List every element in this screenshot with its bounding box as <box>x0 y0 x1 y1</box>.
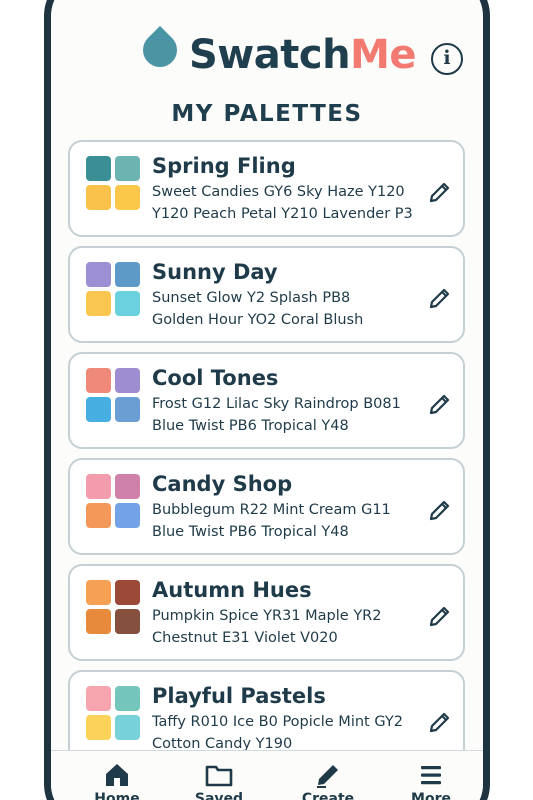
palette-colors-line: Sweet Candies GY6 Sky Haze Y120 <box>152 184 405 200</box>
palette-card[interactable]: Cool Tones Frost G12 Lilac Sky Raindrop B… <box>68 352 465 449</box>
folder-icon <box>205 765 233 787</box>
swatch-grid <box>86 686 142 742</box>
palette-name: Sunny Day <box>152 260 278 284</box>
edit-pencil-icon[interactable] <box>428 286 452 310</box>
info-icon[interactable]: i <box>431 43 463 75</box>
home-icon <box>106 764 128 786</box>
palette-name: Candy Shop <box>152 472 293 496</box>
palette-colors-line: Blue Twist PB6 Tropical Y48 <box>152 524 349 540</box>
pencil-icon <box>317 765 338 788</box>
palette-colors-line: Golden Hour YO2 Coral Blush <box>152 312 364 328</box>
swatch-grid <box>86 580 142 636</box>
swatch-grid <box>86 368 142 424</box>
color-swatch <box>86 580 111 605</box>
bottom-nav: Home Saved Create More <box>51 750 483 800</box>
color-swatch <box>86 609 111 634</box>
app-header: SwatchMe i MY PALETTES <box>51 0 483 127</box>
nav-create-label: Create <box>301 791 355 800</box>
color-swatch <box>115 580 140 605</box>
menu-icon <box>421 766 441 785</box>
palette-colors-line: Frost G12 Lilac Sky Raindrop B081 <box>152 396 401 412</box>
color-swatch <box>86 291 111 316</box>
color-swatch <box>86 262 111 287</box>
edit-pencil-icon[interactable] <box>428 498 452 522</box>
color-swatch <box>115 609 140 634</box>
palette-card[interactable]: Sunny Day Sunset Glow Y2 Splash PB8 Golden… <box>68 246 465 343</box>
palette-colors-line: Sunset Glow Y2 Splash PB8 <box>152 290 351 306</box>
color-swatch <box>115 715 140 740</box>
palette-colors-line: Y120 Peach Petal Y210 Lavender P3 <box>152 206 413 222</box>
color-swatch <box>115 397 140 422</box>
color-swatch <box>115 262 140 287</box>
palette-name: Cool Tones <box>152 366 279 390</box>
color-swatch <box>115 686 140 711</box>
nav-saved[interactable]: Saved <box>179 751 259 800</box>
water-drop-icon <box>135 25 185 75</box>
palette-card[interactable]: Autumn Hues Pumpkin Spice YR31 Maple YR2 C… <box>68 564 465 661</box>
logo-text-accent: Me <box>350 32 416 78</box>
color-swatch <box>115 503 140 528</box>
palette-card[interactable]: Spring Fling Sweet Candies GY6 Sky Haze Y… <box>68 140 465 237</box>
palette-colors-line: Taffy R010 Ice B0 Popicle Mint GY2 <box>152 714 403 730</box>
swatch-grid <box>86 156 142 212</box>
palette-name: Playful Pastels <box>152 684 326 708</box>
nav-saved-label: Saved <box>194 791 244 800</box>
palette-name: Autumn Hues <box>152 578 312 602</box>
color-swatch <box>86 503 111 528</box>
color-swatch <box>86 185 111 210</box>
edit-pencil-icon[interactable] <box>428 710 452 734</box>
edit-pencil-icon[interactable] <box>428 392 452 416</box>
palette-colors-line: Chestnut E31 Violet V020 <box>152 630 338 646</box>
nav-home[interactable]: Home <box>77 751 157 800</box>
color-swatch <box>86 156 111 181</box>
palette-colors-line: Pumpkin Spice YR31 Maple YR2 <box>152 608 382 624</box>
swatch-grid <box>86 262 142 318</box>
color-swatch <box>86 686 111 711</box>
palette-colors-line: Bubblegum R22 Mint Cream G11 <box>152 502 391 518</box>
app-logo: SwatchMe <box>189 33 416 77</box>
color-swatch <box>86 397 111 422</box>
nav-more[interactable]: More <box>391 751 471 800</box>
palette-colors-line: Blue Twist PB6 Tropical Y48 <box>152 418 349 434</box>
nav-create[interactable]: Create <box>288 751 368 800</box>
nav-more-label: More <box>411 791 451 800</box>
color-swatch <box>86 715 111 740</box>
color-swatch <box>115 474 140 499</box>
edit-pencil-icon[interactable] <box>428 604 452 628</box>
color-swatch <box>115 291 140 316</box>
edit-pencil-icon[interactable] <box>428 180 452 204</box>
color-swatch <box>86 474 111 499</box>
color-swatch <box>86 368 111 393</box>
nav-home-label: Home <box>94 791 140 800</box>
logo-text-primary: Swatch <box>189 32 351 78</box>
palette-card[interactable]: Candy Shop Bubblegum R22 Mint Cream G11 Bl… <box>68 458 465 555</box>
page-title: MY PALETTES <box>171 101 363 127</box>
palette-name: Spring Fling <box>152 154 296 178</box>
phone-frame: SwatchMe i MY PALETTES Spring Fling Sweet… <box>44 0 490 800</box>
color-swatch <box>115 368 140 393</box>
swatch-grid <box>86 474 142 530</box>
color-swatch <box>115 156 140 181</box>
color-swatch <box>115 185 140 210</box>
